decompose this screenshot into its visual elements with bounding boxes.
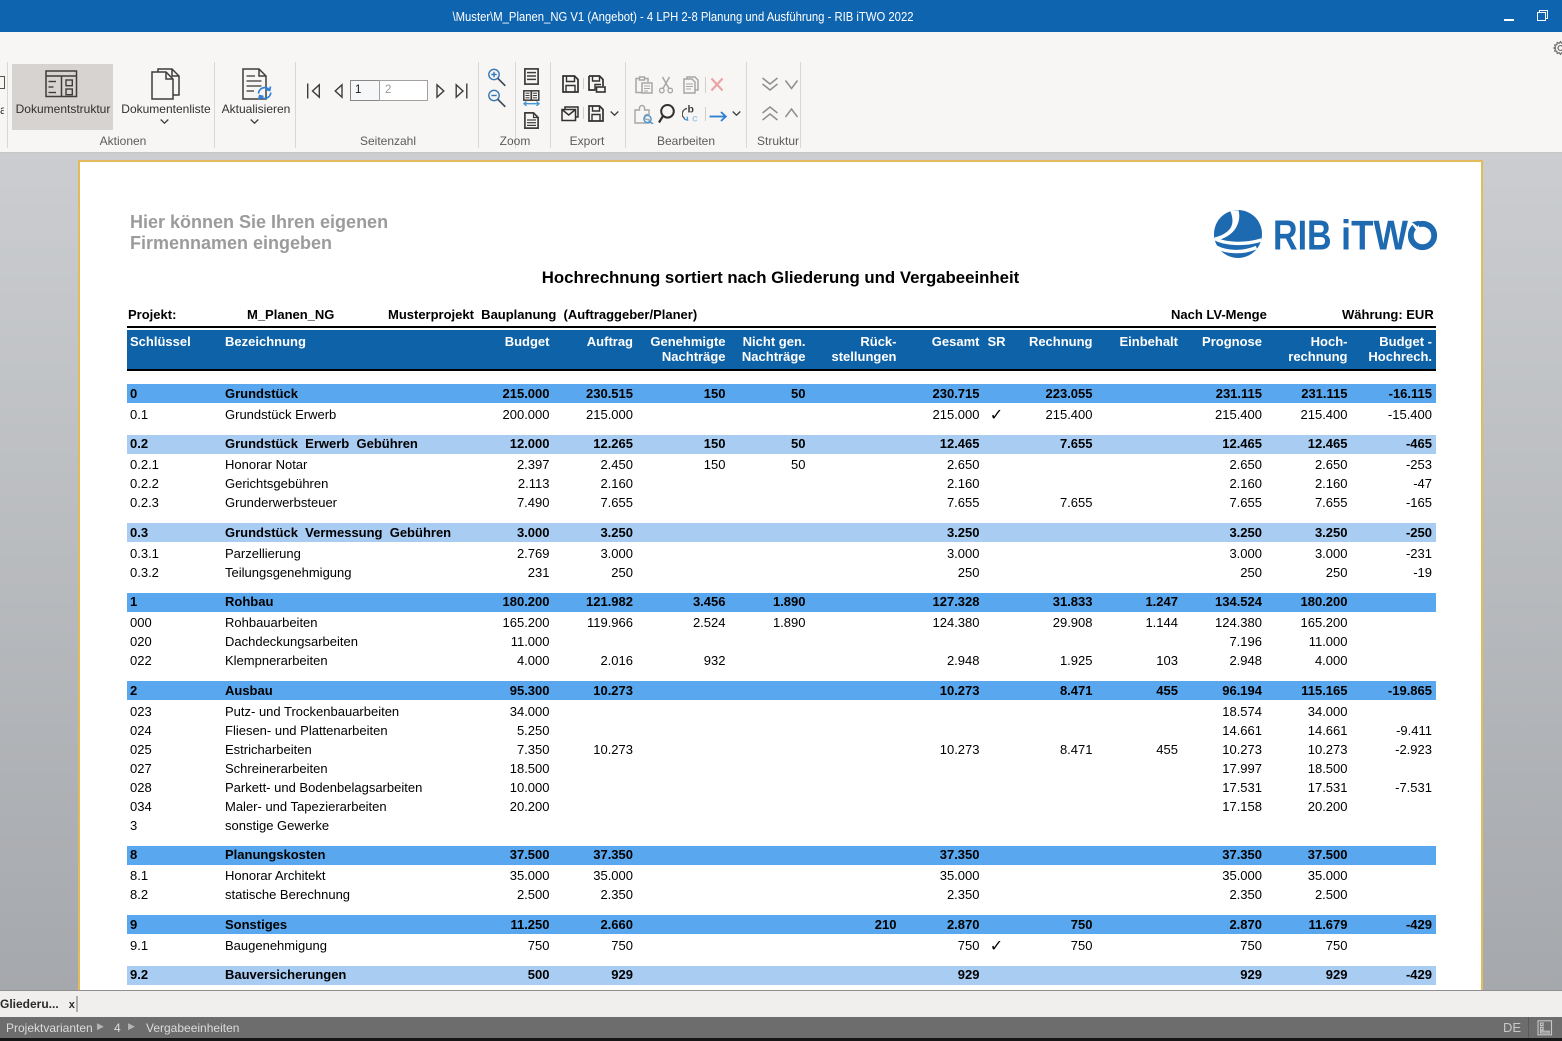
svg-text:c: c bbox=[692, 113, 698, 124]
svg-text:iTW: iTW bbox=[1341, 212, 1409, 259]
svg-text:RIB: RIB bbox=[1273, 212, 1332, 259]
